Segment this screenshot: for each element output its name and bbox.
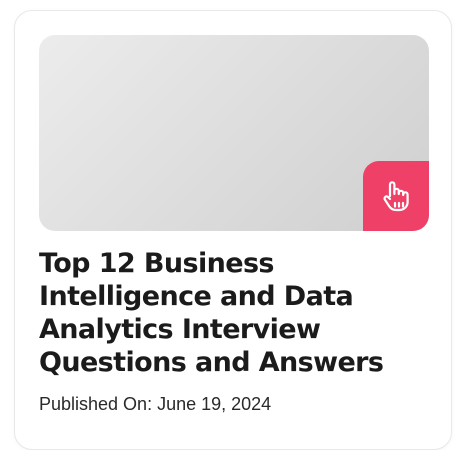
article-thumbnail[interactable] [39, 35, 429, 231]
tap-badge[interactable] [363, 161, 429, 231]
article-card[interactable]: Top 12 Business Intelligence and Data An… [14, 10, 452, 450]
published-date-value: June 19, 2024 [157, 394, 272, 414]
tap-hand-icon [383, 181, 409, 212]
published-date: Published On: June 19, 2024 [39, 393, 271, 415]
published-label: Published On: [39, 394, 153, 414]
article-title[interactable]: Top 12 Business Intelligence and Data An… [39, 247, 439, 379]
